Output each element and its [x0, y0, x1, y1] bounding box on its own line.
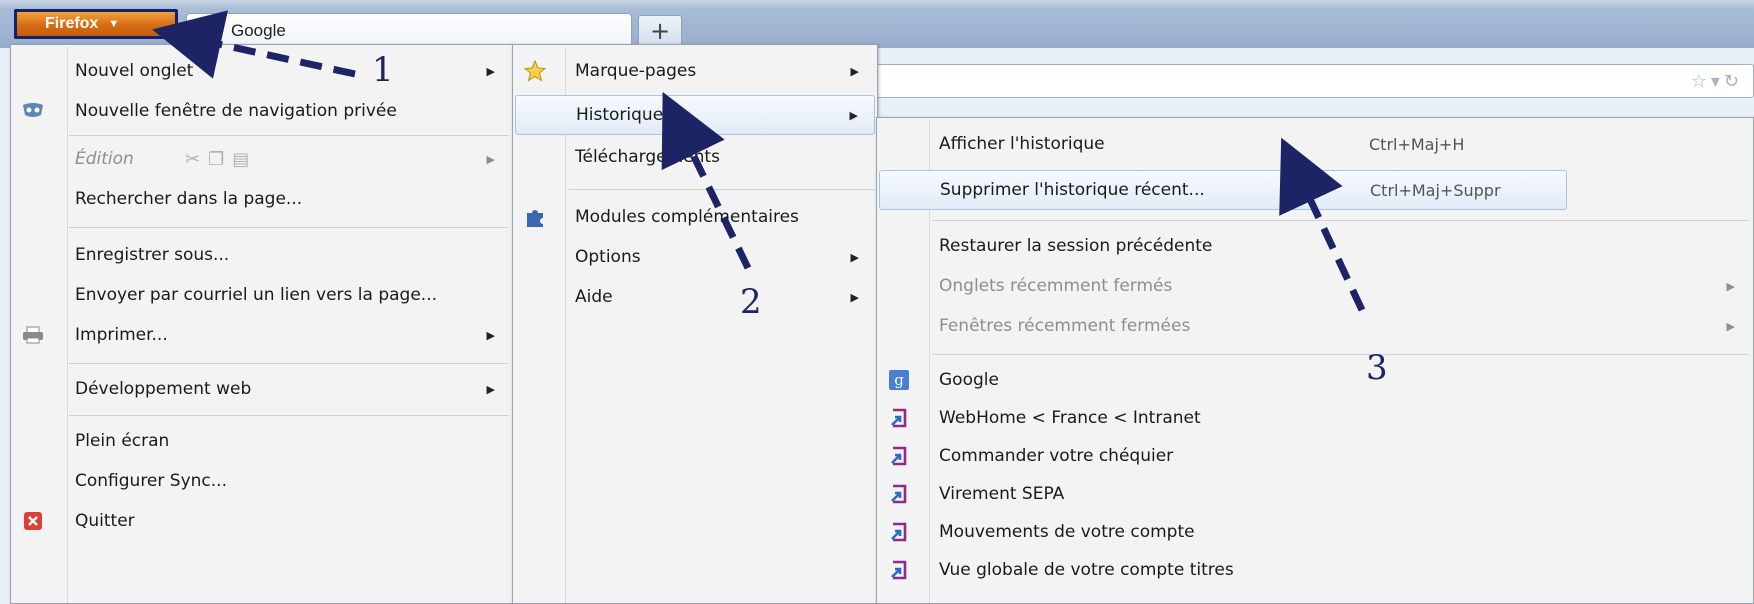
annotation-number-1: 1 [372, 50, 394, 90]
annotation-arrow-1 [152, 10, 356, 79]
annotation-arrows [152, 10, 1366, 312]
annotation-number-2: 2 [740, 282, 762, 322]
annotation-arrow-2 [661, 91, 752, 270]
annotation-arrow-3 [1279, 137, 1366, 312]
annotation-number-3: 3 [1366, 348, 1388, 388]
